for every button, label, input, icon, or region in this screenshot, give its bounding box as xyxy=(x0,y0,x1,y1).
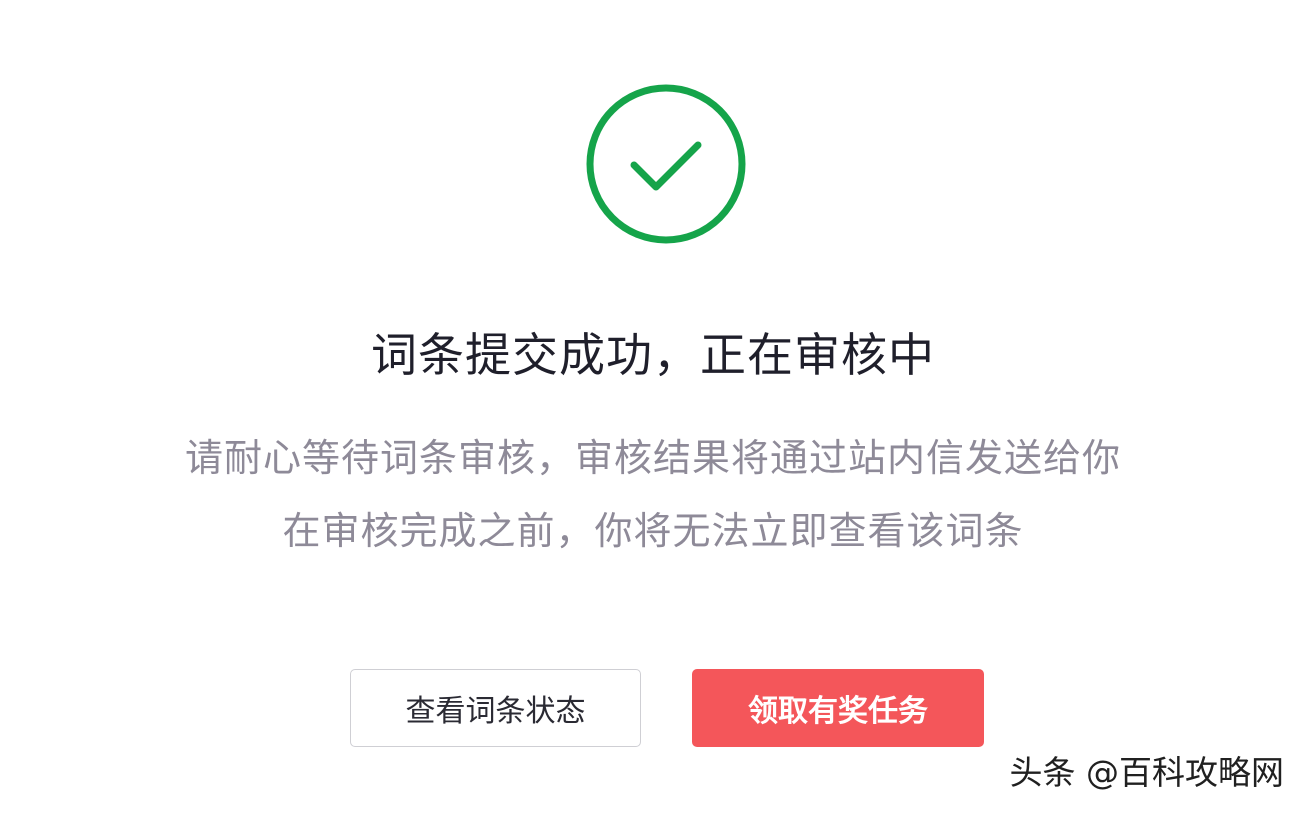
check-mark xyxy=(630,141,702,191)
watermark: 头条 @百科攻略网 xyxy=(1009,753,1285,792)
page-title: 词条提交成功，正在审核中 xyxy=(371,328,935,382)
view-entry-status-button[interactable]: 查看词条状态 xyxy=(350,669,641,747)
check-circle-svg xyxy=(586,84,746,244)
check-circle-ring xyxy=(586,84,746,244)
claim-reward-task-button[interactable]: 领取有奖任务 xyxy=(692,669,984,747)
check-circle-icon xyxy=(585,83,747,245)
description-line-2: 在审核完成之前，你将无法立即查看该词条 xyxy=(282,509,1024,553)
description-line-1: 请耐心等待词条审核，审核结果将通过站内信发送给你 xyxy=(184,436,1121,480)
